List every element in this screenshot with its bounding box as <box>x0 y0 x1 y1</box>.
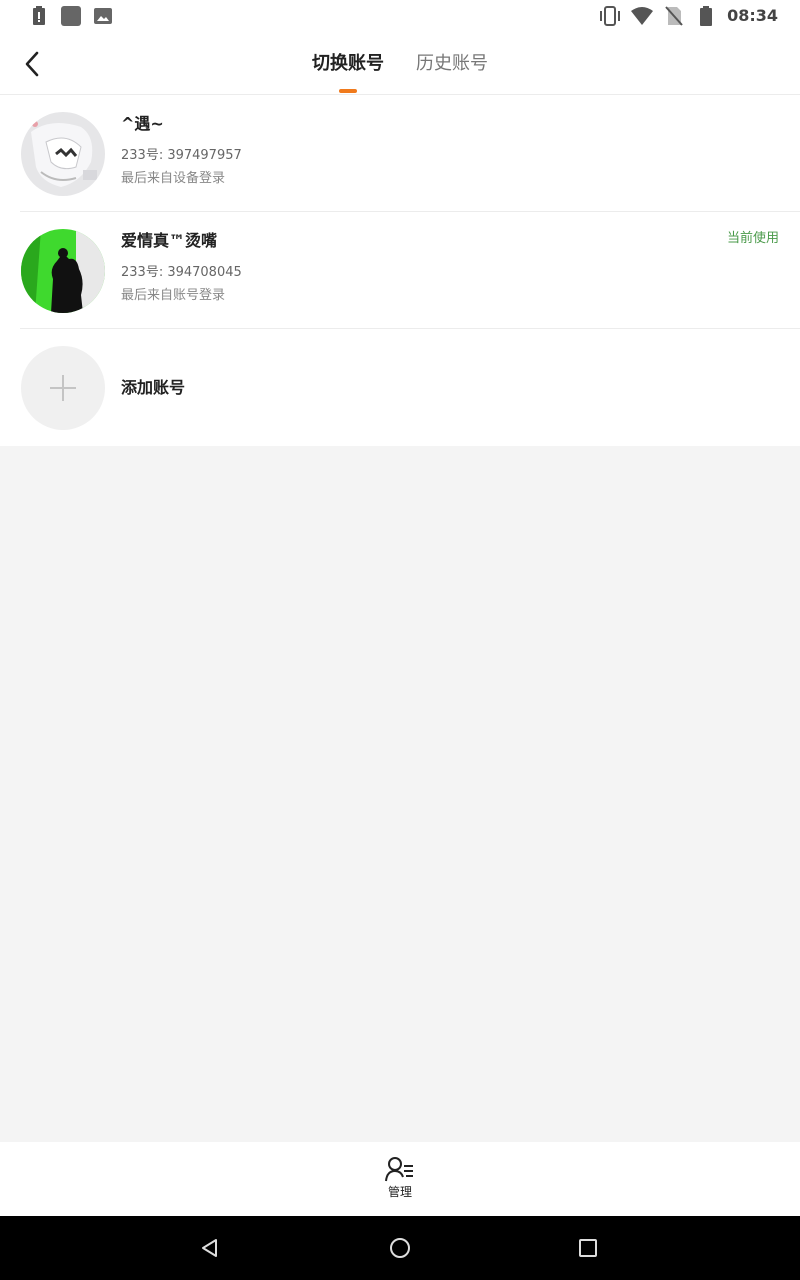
manage-button[interactable]: 管理 <box>370 1156 430 1208</box>
status-bar: 08:34 <box>0 0 800 32</box>
wifi-icon <box>631 5 654 27</box>
manage-label: 管理 <box>387 1185 412 1199</box>
chevron-left-icon <box>25 51 39 77</box>
add-account-label: 添加账号 <box>121 378 186 397</box>
login-source: 最后来自设备登录 <box>121 171 226 186</box>
status-time: 08:34 <box>727 6 778 25</box>
manage-users-icon <box>385 1157 413 1182</box>
add-account-button[interactable]: 添加账号 <box>0 329 800 446</box>
square-app-icon <box>60 5 82 27</box>
login-source: 最后来自账号登录 <box>121 288 226 303</box>
active-tab-indicator <box>339 89 357 93</box>
nav-back-button[interactable] <box>198 1236 222 1260</box>
back-button[interactable] <box>14 46 50 82</box>
tab-switch-account[interactable]: 切换账号 <box>312 51 384 77</box>
plus-icon <box>50 375 76 401</box>
battery-icon <box>695 5 717 27</box>
square-recents-icon <box>579 1239 597 1257</box>
account-row[interactable]: 爱情真™烫嘴 当前使用 233号: 394708045 最后来自账号登录 <box>0 212 800 329</box>
image-icon <box>92 5 114 27</box>
nav-recents-button[interactable] <box>576 1236 600 1260</box>
circle-home-icon <box>390 1238 410 1258</box>
account-id: 233号: 397497957 <box>121 148 242 163</box>
battery-alert-icon <box>28 5 50 27</box>
system-nav-bar <box>0 1216 800 1280</box>
account-list: ^遇~ 233号: 397497957 最后来自设备登录 爱情真™烫嘴 当前使用… <box>0 95 800 446</box>
account-row[interactable]: ^遇~ 233号: 397497957 最后来自设备登录 <box>0 95 800 212</box>
tab-history-account[interactable]: 历史账号 <box>416 51 488 77</box>
nav-home-button[interactable] <box>388 1236 412 1260</box>
account-id: 233号: 394708045 <box>121 265 242 280</box>
bottom-action-bar: 管理 <box>0 1142 800 1216</box>
no-sim-icon <box>663 5 685 27</box>
account-name: 爱情真™烫嘴 <box>121 231 218 250</box>
account-name: ^遇~ <box>121 114 164 133</box>
vibrate-icon <box>599 5 621 27</box>
avatar <box>21 112 105 196</box>
top-bar: 切换账号 历史账号 <box>0 32 800 95</box>
add-account-avatar <box>21 346 105 430</box>
avatar <box>21 229 105 313</box>
triangle-back-icon <box>202 1239 217 1257</box>
current-account-badge: 当前使用 <box>726 231 779 246</box>
